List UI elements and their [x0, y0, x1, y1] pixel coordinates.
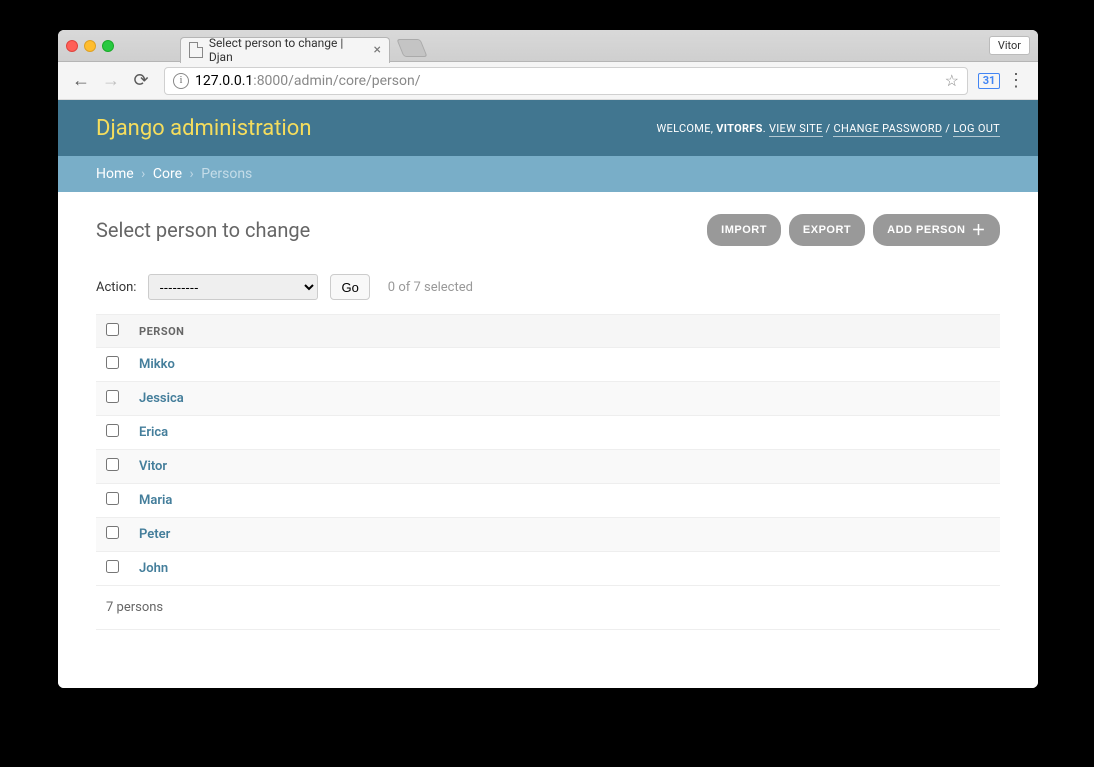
tab-strip: Select person to change | Djan × Vitor [58, 30, 1038, 62]
page-content: Django administration WELCOME, VITORFS. … [58, 100, 1038, 688]
export-label: EXPORT [803, 224, 851, 236]
site-info-icon[interactable]: i [173, 73, 189, 89]
table-row: Peter [96, 518, 1000, 552]
breadcrumb-home[interactable]: Home [96, 166, 134, 182]
table-row: Jessica [96, 382, 1000, 416]
window-minimize-button[interactable] [84, 40, 96, 52]
window-close-button[interactable] [66, 40, 78, 52]
browser-menu-button[interactable]: ⋮ [1004, 70, 1028, 91]
extension-icon[interactable]: 31 [978, 73, 1000, 89]
logout-link[interactable]: LOG OUT [953, 122, 1000, 137]
url-host: 127.0.0.1 [195, 73, 253, 89]
person-link[interactable]: Peter [139, 527, 170, 542]
row-checkbox[interactable] [106, 560, 119, 573]
row-checkbox[interactable] [106, 492, 119, 505]
person-link[interactable]: Erica [139, 425, 168, 440]
person-link[interactable]: Jessica [139, 391, 184, 406]
action-select[interactable]: --------- [148, 274, 318, 300]
username: VITORFS [716, 122, 762, 135]
url-input[interactable]: i 127.0.0.1:8000/admin/core/person/ ☆ [164, 67, 968, 95]
table-row: John [96, 552, 1000, 586]
plus-icon: ＋ [972, 220, 987, 240]
person-link[interactable]: Maria [139, 493, 172, 508]
profile-button[interactable]: Vitor [989, 36, 1030, 55]
page-toolbar: Select person to change IMPORT EXPORT AD… [96, 214, 1000, 246]
window-maximize-button[interactable] [102, 40, 114, 52]
go-button[interactable]: Go [330, 274, 369, 300]
bookmark-icon[interactable]: ☆ [945, 71, 959, 90]
result-count: 7 persons [96, 586, 1000, 630]
add-label: ADD PERSON [887, 224, 965, 236]
breadcrumb-current: Persons [201, 166, 252, 182]
django-header: Django administration WELCOME, VITORFS. … [58, 100, 1038, 156]
action-label: Action: [96, 280, 136, 295]
browser-window: Select person to change | Djan × Vitor ←… [58, 30, 1038, 688]
add-person-button[interactable]: ADD PERSON ＋ [873, 214, 1000, 246]
user-tools: WELCOME, VITORFS. VIEW SITE / CHANGE PAS… [656, 122, 1000, 135]
person-link[interactable]: Mikko [139, 357, 175, 372]
object-tools: IMPORT EXPORT ADD PERSON ＋ [707, 214, 1000, 246]
new-tab-button[interactable] [396, 39, 427, 57]
row-checkbox[interactable] [106, 356, 119, 369]
column-header-person[interactable]: PERSON [129, 315, 1000, 348]
table-row: Mikko [96, 348, 1000, 382]
breadcrumb: Home › Core › Persons [58, 156, 1038, 192]
forward-button[interactable]: → [98, 68, 124, 94]
table-row: Maria [96, 484, 1000, 518]
page-title: Select person to change [96, 218, 310, 242]
brand-title[interactable]: Django administration [96, 116, 311, 141]
welcome-label: WELCOME, [656, 122, 713, 135]
import-label: IMPORT [721, 224, 767, 236]
url-path: :8000/admin/core/person/ [253, 73, 420, 89]
content-body: Select person to change IMPORT EXPORT AD… [58, 192, 1038, 652]
back-button[interactable]: ← [68, 68, 94, 94]
table-row: Vitor [96, 450, 1000, 484]
address-bar: ← → ⟳ i 127.0.0.1:8000/admin/core/person… [58, 62, 1038, 100]
change-password-link[interactable]: CHANGE PASSWORD [833, 122, 942, 137]
row-checkbox[interactable] [106, 458, 119, 471]
tab-title: Select person to change | Djan [209, 36, 368, 64]
table-row: Erica [96, 416, 1000, 450]
tab-close-icon[interactable]: × [374, 42, 381, 58]
import-button[interactable]: IMPORT [707, 214, 781, 246]
row-checkbox[interactable] [106, 424, 119, 437]
select-all-checkbox[interactable] [106, 323, 119, 336]
selection-counter: 0 of 7 selected [388, 280, 473, 295]
reload-button[interactable]: ⟳ [128, 68, 154, 94]
person-link[interactable]: Vitor [139, 459, 167, 474]
browser-tab[interactable]: Select person to change | Djan × [180, 37, 390, 63]
person-table: PERSON Mikko Jessica Erica Vitor Maria Peter J… [96, 314, 1000, 586]
row-checkbox[interactable] [106, 526, 119, 539]
row-checkbox[interactable] [106, 390, 119, 403]
export-button[interactable]: EXPORT [789, 214, 865, 246]
actions-bar: Action: --------- Go 0 of 7 selected [96, 264, 1000, 314]
view-site-link[interactable]: VIEW SITE [769, 122, 823, 137]
page-icon [189, 42, 203, 58]
breadcrumb-core[interactable]: Core [153, 166, 182, 182]
person-link[interactable]: John [139, 561, 168, 576]
